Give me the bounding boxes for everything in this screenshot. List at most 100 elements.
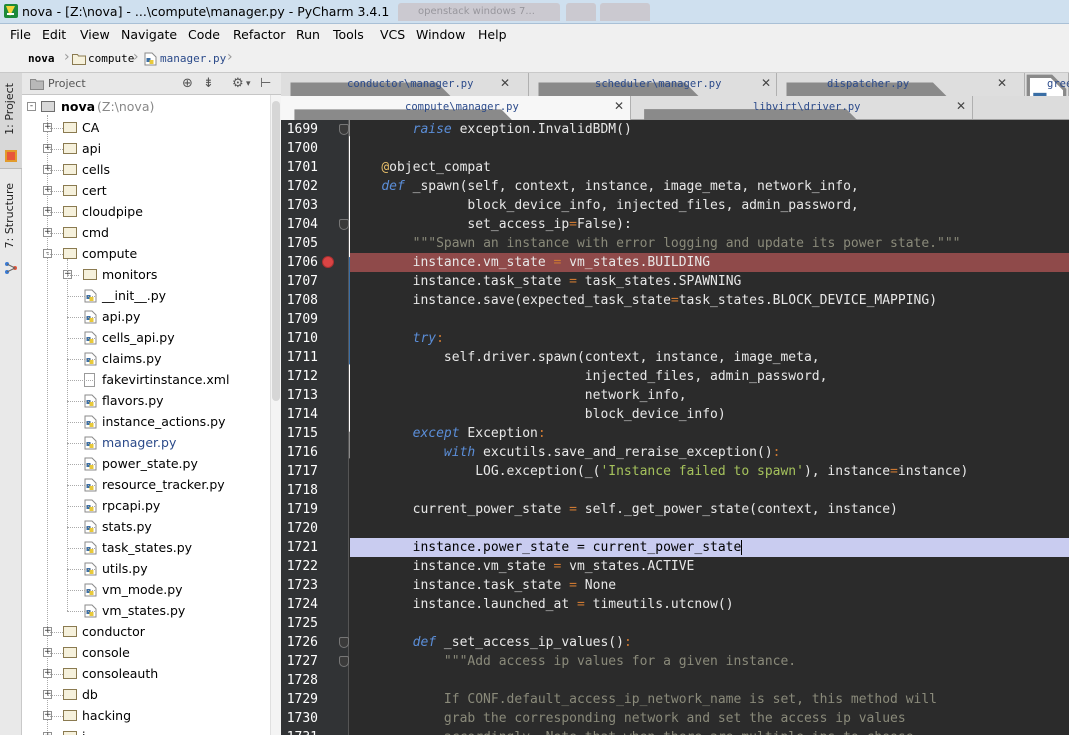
tree-item-instance-actions-py[interactable]: instance_actions.py xyxy=(22,412,270,433)
close-tab-icon[interactable]: ✕ xyxy=(956,99,966,113)
tree-root-nova[interactable]: - nova (Z:\nova) xyxy=(22,97,270,118)
tree-item-manager-py[interactable]: manager.py xyxy=(22,433,270,454)
tree-item-utils-py[interactable]: utils.py xyxy=(22,559,270,580)
tree-item-label: conductor xyxy=(82,624,145,639)
editor-tab-row-1: conductor\manager.py ✕ scheduler\manager.p… xyxy=(281,73,1069,330)
menu-tools[interactable]: Tools xyxy=(333,27,364,42)
menu-vcs[interactable]: VCS xyxy=(380,27,405,42)
collapse-all-icon[interactable]: ⇟ xyxy=(203,76,214,91)
tree-item-label: consoleauth xyxy=(82,666,159,681)
tree-item-flavors-py[interactable]: flavors.py xyxy=(22,391,270,412)
editor-gutter[interactable]: 1699 1700 1701 1702 1703 1704 1705 1706 1707 1708… xyxy=(281,120,349,735)
line-number: 1715 xyxy=(286,426,318,441)
breadcrumb-file[interactable]: manager.py xyxy=(160,52,226,65)
project-tool-tab[interactable]: 1: Project xyxy=(0,73,22,169)
tree-guide-line xyxy=(67,527,95,528)
menu-refactor[interactable]: Refactor xyxy=(233,27,285,42)
tree-item-i[interactable]: +i xyxy=(22,727,270,735)
fold-marker-icon[interactable] xyxy=(339,637,349,648)
project-panel-title[interactable]: Project xyxy=(48,77,86,90)
tree-item-fakevirtinstance-xml[interactable]: fakevirtinstance.xml xyxy=(22,370,270,391)
code-token: _set_access_ip_values() xyxy=(436,635,624,650)
fold-marker-icon[interactable] xyxy=(339,219,349,230)
settings-gear-icon[interactable]: ⚙ xyxy=(232,76,244,91)
tree-item-label: api.py xyxy=(102,309,141,324)
close-tab-icon[interactable]: ✕ xyxy=(997,76,1007,90)
python-file-icon xyxy=(144,52,157,66)
tree-item-cells-api-py[interactable]: cells_api.py xyxy=(22,328,270,349)
code-line: with excutils.save_and_reraise_exception… xyxy=(350,443,1069,462)
menu-bar: File Edit View Navigate Code Refactor Run Tools… xyxy=(0,24,1069,46)
menu-code[interactable]: Code xyxy=(188,27,220,42)
tree-item--init-py[interactable]: __init__.py xyxy=(22,286,270,307)
tree-item-task-states-py[interactable]: task_states.py xyxy=(22,538,270,559)
breakpoint-icon[interactable] xyxy=(322,256,334,268)
code-token: None xyxy=(576,578,617,593)
code-line: raise exception.InvalidBDM() xyxy=(350,120,1069,139)
tree-item-rpcapi-py[interactable]: rpcapi.py xyxy=(22,496,270,517)
code-token: If CONF.default_access_ip_network_name i… xyxy=(443,692,938,707)
code-token: object_compat xyxy=(389,160,491,175)
menu-help[interactable]: Help xyxy=(478,27,507,42)
tree-item-vm-mode-py[interactable]: vm_mode.py xyxy=(22,580,270,601)
editor-tab-scheduler-manager-py[interactable]: scheduler\manager.py ✕ xyxy=(529,73,777,330)
menu-navigate[interactable]: Navigate xyxy=(121,27,177,42)
structure-tool-tab[interactable]: 7: Structure xyxy=(0,177,22,277)
scrollbar-thumb[interactable] xyxy=(272,101,280,401)
code-token: instance.launched_at xyxy=(350,597,577,612)
tree-item-monitors[interactable]: + monitors xyxy=(22,265,270,286)
folder-icon xyxy=(63,626,77,637)
tree-item-api-py[interactable]: api.py xyxy=(22,307,270,328)
hide-panel-icon[interactable]: ⊢ xyxy=(260,76,271,91)
tree-item-claims-py[interactable]: claims.py xyxy=(22,349,270,370)
menu-view[interactable]: View xyxy=(80,27,110,42)
tree-guide-line xyxy=(67,569,95,570)
tree-item-vm-states-py[interactable]: vm_states.py xyxy=(22,601,270,622)
close-tab-icon[interactable]: ✕ xyxy=(614,99,624,113)
project-scrollbar[interactable] xyxy=(270,95,281,735)
line-number: 1717 xyxy=(286,464,318,479)
settings-dropdown-icon[interactable]: ▾ xyxy=(246,79,251,89)
fold-marker-icon[interactable] xyxy=(339,124,349,135)
tree-root-label: nova xyxy=(61,99,96,114)
fold-marker-icon[interactable] xyxy=(339,656,349,667)
tree-item-power-state-py[interactable]: power_state.py xyxy=(22,454,270,475)
editor-tab-conductor-manager-py[interactable]: conductor\manager.py ✕ xyxy=(281,73,529,330)
close-tab-icon[interactable]: ✕ xyxy=(761,76,771,90)
breadcrumb-compute[interactable]: compute xyxy=(88,52,134,65)
close-tab-icon[interactable]: ✕ xyxy=(500,76,510,90)
scroll-from-source-icon[interactable]: ⊕ xyxy=(182,76,193,91)
tree-item-label: resource_tracker.py xyxy=(102,477,225,492)
tree-item-resource-tracker-py[interactable]: resource_tracker.py xyxy=(22,475,270,496)
line-number: 1727 xyxy=(286,654,318,669)
code-line: try: xyxy=(350,329,1069,348)
menu-edit[interactable]: Edit xyxy=(42,27,66,42)
menu-window[interactable]: Window xyxy=(416,27,465,42)
tree-item-label: cells_api.py xyxy=(102,330,175,345)
tree-guide-line xyxy=(67,317,95,318)
code-token: block_device_info, injected_files, admin… xyxy=(350,198,859,213)
code-line: def _set_access_ip_values(): xyxy=(350,633,1069,652)
editor-tab-dispatcher-py[interactable]: dispatcher.py ✕ xyxy=(777,73,1025,330)
editor-tab-libvirt-driver-py[interactable]: libvirt\driver.py ✕ xyxy=(631,96,973,451)
menu-run[interactable]: Run xyxy=(296,27,320,42)
tree-expander[interactable]: - xyxy=(27,102,36,111)
tree-item-stats-py[interactable]: stats.py xyxy=(22,517,270,538)
project-view-icon[interactable] xyxy=(30,78,44,90)
tree-item-label: instance_actions.py xyxy=(102,414,226,429)
code-view[interactable]: raise exception.InvalidBDM() @object_com… xyxy=(350,120,1069,735)
menu-file[interactable]: File xyxy=(10,27,31,42)
tree-guide-line xyxy=(67,548,95,549)
line-number: 1701 xyxy=(286,160,318,175)
breadcrumb-root[interactable]: nova xyxy=(28,52,55,65)
line-number: 1720 xyxy=(286,521,318,536)
editor-tab-gree[interactable]: gree xyxy=(1025,73,1069,118)
code-token: grab the corresponding network and set t… xyxy=(443,711,906,726)
editor-tab-compute-manager-py[interactable]: compute\manager.py ✕ xyxy=(281,96,631,459)
tree-guide-line xyxy=(47,212,63,213)
